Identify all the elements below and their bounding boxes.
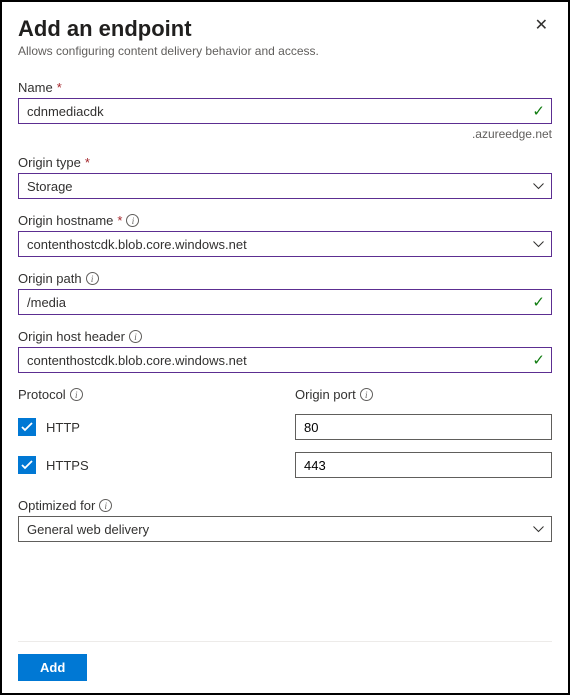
origin-path-label: Origin path xyxy=(18,271,82,286)
origin-port-label: Origin port xyxy=(295,387,356,402)
panel-title: Add an endpoint xyxy=(18,16,192,42)
close-button[interactable]: ✕ xyxy=(531,16,552,36)
origin-host-header-label: Origin host header xyxy=(18,329,125,344)
http-checkbox[interactable] xyxy=(18,418,36,436)
info-icon[interactable]: i xyxy=(86,272,99,285)
chevron-down-icon xyxy=(526,241,551,248)
info-icon[interactable]: i xyxy=(99,499,112,512)
http-label: HTTP xyxy=(46,420,80,435)
origin-host-header-input[interactable] xyxy=(19,348,532,372)
info-icon[interactable]: i xyxy=(70,388,83,401)
origin-hostname-label: Origin hostname xyxy=(18,213,113,228)
https-checkbox[interactable] xyxy=(18,456,36,474)
panel-subtitle: Allows configuring content delivery beha… xyxy=(18,44,552,58)
required-indicator: * xyxy=(85,155,90,170)
optimized-for-value xyxy=(19,517,526,541)
add-button[interactable]: Add xyxy=(18,654,87,681)
info-icon[interactable]: i xyxy=(126,214,139,227)
check-icon xyxy=(21,460,33,470)
name-label: Name xyxy=(18,80,53,95)
chevron-down-icon xyxy=(526,526,551,533)
check-icon: ✓ xyxy=(532,293,551,311)
name-input[interactable] xyxy=(19,99,532,123)
origin-type-select[interactable] xyxy=(18,173,552,199)
info-icon[interactable]: i xyxy=(360,388,373,401)
chevron-down-icon xyxy=(526,183,551,190)
optimized-for-label: Optimized for xyxy=(18,498,95,513)
check-icon: ✓ xyxy=(532,351,551,369)
info-icon[interactable]: i xyxy=(129,330,142,343)
origin-hostname-select[interactable] xyxy=(18,231,552,257)
origin-hostname-value xyxy=(19,232,526,256)
http-port-input[interactable] xyxy=(295,414,552,440)
optimized-for-select[interactable] xyxy=(18,516,552,542)
protocol-label: Protocol xyxy=(18,387,66,402)
check-icon: ✓ xyxy=(532,102,551,120)
check-icon xyxy=(21,422,33,432)
name-suffix: .azureedge.net xyxy=(18,127,552,141)
origin-path-input[interactable] xyxy=(19,290,532,314)
close-icon: ✕ xyxy=(535,17,548,34)
https-label: HTTPS xyxy=(46,458,89,473)
required-indicator: * xyxy=(117,213,122,228)
origin-type-value xyxy=(19,174,526,198)
https-port-input[interactable] xyxy=(295,452,552,478)
origin-type-label: Origin type xyxy=(18,155,81,170)
required-indicator: * xyxy=(57,80,62,95)
